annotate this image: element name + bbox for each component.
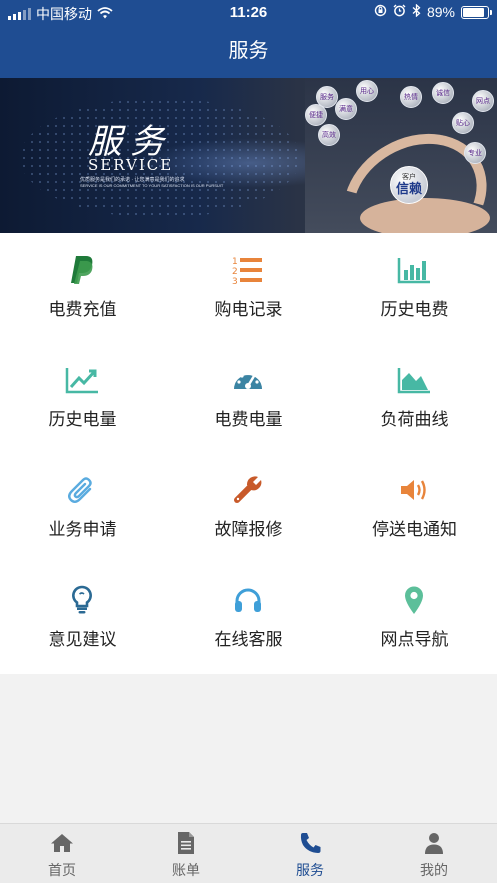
- page-title: 服务: [0, 26, 497, 78]
- svg-text:1: 1: [232, 257, 238, 267]
- service-label: 电费电量: [214, 410, 283, 429]
- service-item-outlet-navigation[interactable]: 网点导航: [332, 563, 497, 673]
- numbered-list-icon: 123: [230, 253, 266, 287]
- service-item-load-curve[interactable]: 负荷曲线: [332, 343, 497, 453]
- service-label: 历史电量: [48, 410, 117, 429]
- service-label: 业务申请: [48, 520, 117, 539]
- lightbulb-icon: [64, 583, 100, 617]
- document-icon: [174, 832, 198, 854]
- user-icon: [422, 832, 446, 854]
- map-marker-icon: [396, 583, 432, 617]
- service-label: 停送电通知: [372, 520, 457, 539]
- bluetooth-icon: [412, 3, 421, 20]
- tab-home[interactable]: 首页: [0, 824, 124, 883]
- volume-icon: [396, 473, 432, 507]
- battery-icon: [461, 5, 492, 19]
- service-label: 意见建议: [48, 630, 117, 649]
- service-label: 故障报修: [214, 520, 283, 539]
- banner-bubble: 高效: [318, 124, 340, 146]
- service-item-history-usage[interactable]: 历史电量: [0, 343, 165, 453]
- service-item-history-bill[interactable]: 历史电费: [332, 233, 497, 343]
- service-grid: 电费充值 123 购电记录 历史电费 历史电量 电费电量 负荷曲线 业务申请 故…: [0, 233, 497, 674]
- wrench-icon: [230, 473, 266, 507]
- rotation-lock-icon: [374, 4, 387, 20]
- tab-label: 首页: [48, 862, 76, 878]
- service-item-bill-usage[interactable]: 电费电量: [166, 343, 331, 453]
- tab-bill[interactable]: 账单: [124, 824, 248, 883]
- banner-bubble: 热情: [400, 86, 422, 108]
- svg-text:3: 3: [232, 277, 238, 285]
- service-item-purchase-records[interactable]: 123 购电记录: [166, 233, 331, 343]
- service-item-online-support[interactable]: 在线客服: [166, 563, 331, 673]
- service-label: 电费充值: [48, 300, 117, 319]
- tab-service[interactable]: 服务: [248, 824, 372, 883]
- service-item-recharge[interactable]: 电费充值: [0, 233, 165, 343]
- dashboard-icon: [230, 363, 266, 397]
- banner-bubble: 用心: [356, 80, 378, 102]
- banner-bubble: 贴心: [452, 112, 474, 134]
- line-chart-icon: [64, 363, 100, 397]
- banner-slogan: 优质服务是我们的承诺 · 让您满意是我们的追求: [80, 177, 185, 183]
- headphones-icon: [230, 583, 266, 617]
- svg-text:2: 2: [232, 267, 238, 277]
- battery-percent: 89%: [426, 4, 455, 20]
- banner-subtitle: SERVICE: [88, 156, 174, 174]
- tab-label: 我的: [420, 862, 448, 878]
- area-chart-icon: [396, 363, 432, 397]
- service-item-fault-repair[interactable]: 故障报修: [166, 453, 331, 563]
- tab-label: 账单: [172, 862, 200, 878]
- banner-bubble: 诚信: [432, 82, 454, 104]
- service-item-outage-notice[interactable]: 停送电通知: [332, 453, 497, 563]
- service-label: 在线客服: [214, 630, 283, 649]
- phone-icon: [298, 832, 322, 854]
- service-banner[interactable]: 服务 SERVICE 优质服务是我们的承诺 · 让您满意是我们的追求 SERVI…: [0, 78, 497, 233]
- banner-bubble: 网点: [472, 90, 494, 112]
- service-label: 历史电费: [380, 300, 449, 319]
- service-label: 负荷曲线: [380, 410, 449, 429]
- tab-label: 服务: [296, 862, 324, 878]
- tab-mine[interactable]: 我的: [372, 824, 496, 883]
- banner-bubble: 便捷: [305, 104, 327, 126]
- paperclip-icon: [64, 473, 100, 507]
- trust-bubble: 客户 信赖: [390, 166, 428, 204]
- alarm-icon: [393, 4, 406, 20]
- banner-bubble: 满意: [335, 98, 357, 120]
- banner-bubble: 专业: [464, 142, 486, 164]
- service-label: 购电记录: [214, 300, 283, 319]
- service-label: 网点导航: [380, 630, 449, 649]
- service-item-business-apply[interactable]: 业务申请: [0, 453, 165, 563]
- status-bar: 中国移动 11:26 89%: [0, 0, 497, 26]
- tab-bar: 首页 账单 服务 我的: [0, 823, 497, 883]
- bar-chart-icon: [396, 253, 432, 287]
- home-icon: [50, 832, 74, 854]
- service-item-feedback[interactable]: 意见建议: [0, 563, 165, 673]
- paypal-icon: [64, 253, 100, 287]
- banner-slogan-en: SERVICE IS OUR COMMITMENT TO YOUR SATISF…: [80, 183, 224, 188]
